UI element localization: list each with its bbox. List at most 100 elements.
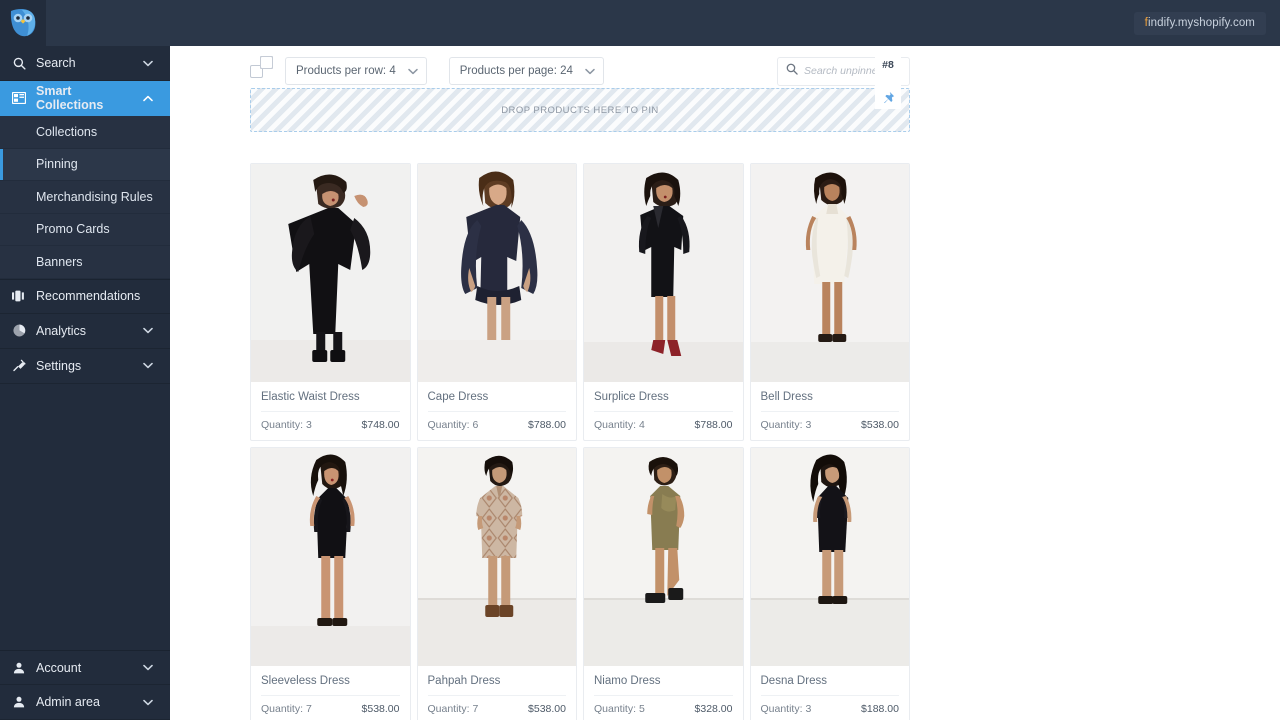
product-price: $538.00 — [528, 703, 566, 715]
product-meta: Quantity: 6 $788.00 — [428, 412, 567, 440]
product-price: $328.00 — [695, 703, 733, 715]
sidebar-item-label: Recommendations — [36, 289, 140, 303]
products-per-row-select[interactable]: Products per row: 4 — [285, 57, 427, 85]
app-logo[interactable] — [0, 0, 46, 46]
product-body: Sleeveless Dress Quantity: 7 $538.00 — [251, 666, 410, 720]
product-price: $538.00 — [861, 419, 899, 431]
sidebar-subitem-label: Banners — [36, 255, 83, 269]
product-title: Bell Dress — [761, 382, 900, 412]
sidebar-item-smart-collections[interactable]: Smart Collections — [0, 81, 170, 116]
sidebar-subitem-label: Pinning — [36, 157, 78, 171]
user-icon — [10, 694, 28, 710]
main-content: Products per row: 4 Products per page: 2… — [170, 46, 1280, 720]
sidebar-item-label: Analytics — [36, 324, 138, 338]
product-quantity: Quantity: 7 — [261, 703, 312, 715]
sidebar-item-promo-cards[interactable]: Promo Cards — [0, 214, 170, 247]
product-body: Bell Dress Quantity: 3 $538.00 — [751, 382, 910, 440]
product-price: $748.00 — [362, 419, 400, 431]
chevron-down-icon — [585, 68, 595, 75]
product-title: Cape Dress — [428, 382, 567, 412]
chevron-up-icon — [138, 95, 158, 102]
pinning-toolbar: Products per row: 4 Products per page: 2… — [250, 46, 910, 88]
search-icon — [786, 62, 798, 80]
recommendations-icon — [10, 288, 28, 304]
product-meta: Quantity: 7 $538.00 — [428, 696, 567, 720]
product-body: Elastic Waist Dress Quantity: 3 $748.00 — [251, 382, 410, 440]
products-per-row-value: Products per row: 4 — [296, 65, 396, 77]
product-body: Niamo Dress Quantity: 5 $328.00 — [584, 666, 743, 720]
chevron-down-icon — [138, 362, 158, 369]
product-meta: Quantity: 4 $788.00 — [594, 412, 733, 440]
product-card[interactable]: #1 Elastic Waist Dress Quantity: 3 $748.… — [250, 163, 411, 441]
sidebar-subitem-label: Merchandising Rules — [36, 190, 153, 204]
chevron-down-icon — [138, 664, 158, 671]
sidebar-item-pinning[interactable]: Pinning — [0, 149, 170, 182]
product-card[interactable]: #7 Niamo Dress Quantity: 5 $328.00 — [583, 447, 744, 720]
sidebar-item-label: Search — [36, 56, 138, 70]
product-meta: Quantity: 3 $538.00 — [761, 412, 900, 440]
product-price: $538.00 — [362, 703, 400, 715]
sidebar-item-settings[interactable]: Settings — [0, 349, 170, 384]
sidebar-item-label: Settings — [36, 359, 138, 373]
product-quantity: Quantity: 7 — [428, 703, 479, 715]
product-quantity: Quantity: 3 — [761, 419, 812, 431]
sidebar-subitem-label: Collections — [36, 125, 97, 139]
product-body: Surplice Dress Quantity: 4 $788.00 — [584, 382, 743, 440]
product-quantity: Quantity: 5 — [594, 703, 645, 715]
product-meta: Quantity: 3 $748.00 — [261, 412, 400, 440]
sidebar-item-label: Admin area — [36, 695, 138, 709]
pinning-panel: Products per row: 4 Products per page: 2… — [250, 46, 910, 720]
sidebar-item-analytics[interactable]: Analytics — [0, 314, 170, 349]
product-body: Desna Dress Quantity: 3 $188.00 — [751, 666, 910, 720]
product-meta: Quantity: 5 $328.00 — [594, 696, 733, 720]
sidebar-item-banners[interactable]: Banners — [0, 246, 170, 279]
store-domain-chip[interactable]: findify.myshopify.com — [1134, 12, 1266, 35]
pin-dropzone-label: DROP PRODUCTS HERE TO PIN — [501, 105, 658, 116]
product-grid: #1 Elastic Waist Dress Quantity: 3 $748.… — [250, 163, 910, 720]
product-card[interactable]: #2 Cape Dress Quantity: 6 $788.00 — [417, 163, 578, 441]
owl-logo-icon — [8, 7, 38, 39]
product-image — [418, 164, 577, 382]
product-image — [584, 448, 743, 666]
sidebar-subitem-label: Promo Cards — [36, 222, 110, 236]
product-image — [751, 164, 910, 382]
sidebar-item-search[interactable]: Search — [0, 46, 170, 81]
settings-plug-icon — [10, 358, 28, 374]
product-meta: Quantity: 3 $188.00 — [761, 696, 900, 720]
product-image — [584, 164, 743, 382]
sidebar-item-admin-area[interactable]: Admin area — [0, 685, 170, 720]
analytics-pie-icon — [10, 323, 28, 339]
user-icon — [10, 660, 28, 676]
product-card[interactable]: #5 Sleeveless Dress Quantity: 7 $538.00 — [250, 447, 411, 720]
chevron-down-icon — [408, 68, 418, 75]
product-title: Sleeveless Dress — [261, 666, 400, 696]
product-meta: Quantity: 7 $538.00 — [261, 696, 400, 720]
sidebar-item-label: Account — [36, 661, 138, 675]
product-title: Niamo Dress — [594, 666, 733, 696]
sidebar-item-label: Smart Collections — [36, 84, 138, 112]
product-price: $788.00 — [695, 419, 733, 431]
sidebar-item-merchandising-rules[interactable]: Merchandising Rules — [0, 181, 170, 214]
sidebar-item-recommendations[interactable]: Recommendations — [0, 279, 170, 314]
product-body: Pahpah Dress Quantity: 7 $538.00 — [418, 666, 577, 720]
product-title: Desna Dress — [761, 666, 900, 696]
sidebar-nav-bottom: Account Admin area — [0, 650, 170, 720]
sidebar-item-collections[interactable]: Collections — [0, 116, 170, 149]
product-title: Pahpah Dress — [428, 666, 567, 696]
product-image — [251, 164, 410, 382]
products-per-page-value: Products per page: 24 — [460, 65, 573, 77]
product-price: $788.00 — [528, 419, 566, 431]
pin-dropzone[interactable]: DROP PRODUCTS HERE TO PIN — [250, 88, 910, 132]
products-per-page-select[interactable]: Products per page: 24 — [449, 57, 604, 85]
sidebar-item-account[interactable]: Account — [0, 650, 170, 685]
product-card[interactable]: #6 Pahpah Dress Quantity: 7 $538.00 — [417, 447, 578, 720]
product-card[interactable]: #3 Surplice Dress Quantity: 4 $788.00 — [583, 163, 744, 441]
collections-icon — [10, 90, 28, 106]
product-title: Surplice Dress — [594, 382, 733, 412]
product-quantity: Quantity: 3 — [261, 419, 312, 431]
chevron-down-icon — [138, 699, 158, 706]
product-card[interactable]: #8 Desna Dress Quantity: 3 $188.00 — [750, 447, 911, 720]
product-title: Elastic Waist Dress — [261, 382, 400, 412]
sidebar-nav-top: Search Smart Collections Collections Pin… — [0, 46, 170, 384]
product-card[interactable]: #4 Bell Dress Quantity: 3 $538.00 — [750, 163, 911, 441]
